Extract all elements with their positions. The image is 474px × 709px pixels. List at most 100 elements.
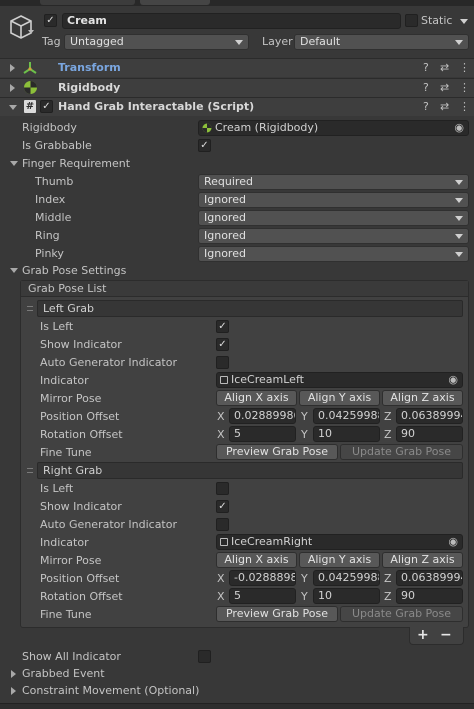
- grabbed-event-foldout[interactable]: Grabbed Event: [22, 667, 105, 680]
- left-is-left-checkbox[interactable]: ✓: [216, 320, 229, 333]
- static-dropdown-arrow[interactable]: [460, 19, 468, 24]
- add-element-button[interactable]: +: [417, 627, 429, 643]
- right-preview-grab-pose-button[interactable]: Preview Grab Pose: [216, 606, 338, 622]
- tag-dropdown[interactable]: Untagged: [64, 34, 249, 50]
- is-grabbable-checkbox[interactable]: ✓: [198, 139, 211, 152]
- middle-dropdown[interactable]: Ignored: [198, 210, 469, 226]
- menu-icon[interactable]: ⋮: [459, 61, 470, 74]
- fold-down-icon[interactable]: [10, 268, 18, 273]
- indicator-label: Indicator: [40, 536, 89, 549]
- rigidbody-object-field[interactable]: Cream (Rigidbody) ◉: [198, 120, 469, 136]
- left-position-z-field[interactable]: 0.06389994: [396, 408, 463, 424]
- drag-handle-icon[interactable]: [27, 306, 33, 311]
- transform-component-header[interactable]: Transform ? ⇄ ⋮: [0, 58, 474, 77]
- right-position-z-field[interactable]: 0.06389994: [396, 570, 463, 586]
- script-enabled-checkbox[interactable]: ✓: [40, 100, 53, 113]
- fold-right-icon[interactable]: [11, 670, 16, 678]
- help-icon[interactable]: ?: [423, 61, 429, 74]
- auto-generator-indicator-label: Auto Generator Indicator: [40, 518, 178, 531]
- object-picker-icon[interactable]: ◉: [454, 121, 464, 135]
- static-checkbox[interactable]: [405, 14, 418, 27]
- right-rotation-z-field[interactable]: 90: [396, 588, 463, 604]
- remove-element-button[interactable]: −: [440, 627, 452, 643]
- help-icon[interactable]: ?: [423, 100, 429, 113]
- left-rotation-x-field[interactable]: 5: [229, 426, 296, 442]
- right-align-x-button[interactable]: Align X axis: [216, 552, 297, 568]
- left-indicator-field[interactable]: IceCreamLeft ◉: [216, 372, 463, 388]
- ring-dropdown[interactable]: Ignored: [198, 228, 469, 244]
- active-checkbox[interactable]: ✓: [44, 14, 57, 27]
- object-picker-icon[interactable]: ◉: [448, 535, 458, 549]
- fold-down-icon[interactable]: [10, 161, 18, 166]
- axis-x-label: X: [217, 410, 225, 423]
- left-show-indicator-checkbox[interactable]: ✓: [216, 338, 229, 351]
- rigidbody-component-header[interactable]: Rigidbody ? ⇄ ⋮: [0, 78, 474, 97]
- axis-y-label: Y: [301, 428, 308, 441]
- grab-pose-settings-foldout[interactable]: Grab Pose Settings: [22, 264, 126, 277]
- layer-label: Layer: [262, 35, 293, 48]
- next-component-strip: [0, 703, 474, 709]
- show-indicator-label: Show Indicator: [40, 338, 122, 351]
- fold-down-icon[interactable]: [9, 105, 17, 110]
- auto-generator-indicator-label: Auto Generator Indicator: [40, 356, 178, 369]
- static-label: Static: [421, 14, 453, 27]
- object-picker-icon[interactable]: ◉: [448, 373, 458, 387]
- left-align-x-button[interactable]: Align X axis: [216, 390, 297, 406]
- right-position-x-field[interactable]: -0.0288898: [229, 570, 296, 586]
- thumb-dropdown[interactable]: Required: [198, 174, 469, 190]
- fold-right-icon[interactable]: [11, 687, 16, 695]
- left-align-z-button[interactable]: Align Z axis: [382, 390, 463, 406]
- finger-label-index: Index: [35, 193, 66, 206]
- check-icon: ✓: [46, 15, 55, 26]
- index-dropdown[interactable]: Ignored: [198, 192, 469, 208]
- right-align-y-button[interactable]: Align Y axis: [299, 552, 380, 568]
- presets-icon[interactable]: ⇄: [440, 81, 449, 94]
- window-tab-left[interactable]: [40, 0, 135, 5]
- gameobject-name-field[interactable]: Cream: [62, 13, 401, 29]
- right-rotation-x-field[interactable]: 5: [229, 588, 296, 604]
- help-icon[interactable]: ?: [423, 81, 429, 94]
- right-position-y-field[interactable]: 0.04259988: [313, 570, 380, 586]
- script-component-header[interactable]: # ✓ Hand Grab Interactable (Script) ? ⇄ …: [0, 97, 474, 116]
- right-auto-generator-checkbox[interactable]: [216, 518, 229, 531]
- fold-right-icon[interactable]: [10, 84, 15, 92]
- rotation-offset-label: Rotation Offset: [40, 590, 123, 603]
- check-icon: ✓: [218, 321, 227, 332]
- presets-icon[interactable]: ⇄: [440, 100, 449, 113]
- right-show-indicator-checkbox[interactable]: ✓: [216, 500, 229, 513]
- right-rotation-y-field[interactable]: 10: [313, 588, 380, 604]
- script-icon: #: [24, 100, 36, 113]
- finger-requirement-foldout[interactable]: Finger Requirement: [22, 157, 130, 170]
- axis-y-label: Y: [301, 590, 308, 603]
- axis-z-label: Z: [384, 572, 392, 585]
- layer-dropdown[interactable]: Default: [294, 34, 469, 50]
- left-align-y-button[interactable]: Align Y axis: [299, 390, 380, 406]
- menu-icon[interactable]: ⋮: [459, 81, 470, 94]
- right-indicator-field[interactable]: IceCreamRight ◉: [216, 534, 463, 550]
- show-all-indicator-label: Show All Indicator: [22, 650, 121, 663]
- left-position-y-field[interactable]: 0.04259988: [313, 408, 380, 424]
- constraint-movement-foldout[interactable]: Constraint Movement (Optional): [22, 684, 199, 697]
- left-rotation-y-field[interactable]: 10: [313, 426, 380, 442]
- axis-z-label: Z: [384, 410, 392, 423]
- show-all-indicator-checkbox[interactable]: [198, 650, 211, 663]
- fold-right-icon[interactable]: [10, 64, 15, 72]
- script-title: Hand Grab Interactable (Script): [58, 100, 255, 113]
- drag-handle-icon[interactable]: [27, 468, 33, 473]
- left-preview-grab-pose-button[interactable]: Preview Grab Pose: [216, 444, 338, 460]
- left-update-grab-pose-button[interactable]: Update Grab Pose: [340, 444, 463, 460]
- icon-dropdown-arrow[interactable]: [28, 30, 34, 34]
- window-tab-inspector[interactable]: [140, 0, 210, 5]
- right-grab-header[interactable]: Right Grab: [37, 462, 463, 479]
- pinky-dropdown[interactable]: Ignored: [198, 246, 469, 262]
- right-is-left-checkbox[interactable]: [216, 482, 229, 495]
- left-auto-generator-checkbox[interactable]: [216, 356, 229, 369]
- left-position-x-field[interactable]: 0.02889986: [229, 408, 296, 424]
- left-rotation-z-field[interactable]: 90: [396, 426, 463, 442]
- menu-icon[interactable]: ⋮: [459, 100, 470, 113]
- right-align-z-button[interactable]: Align Z axis: [382, 552, 463, 568]
- left-grab-header[interactable]: Left Grab: [37, 300, 463, 317]
- presets-icon[interactable]: ⇄: [440, 61, 449, 74]
- right-update-grab-pose-button[interactable]: Update Grab Pose: [340, 606, 463, 622]
- axis-x-label: X: [217, 590, 225, 603]
